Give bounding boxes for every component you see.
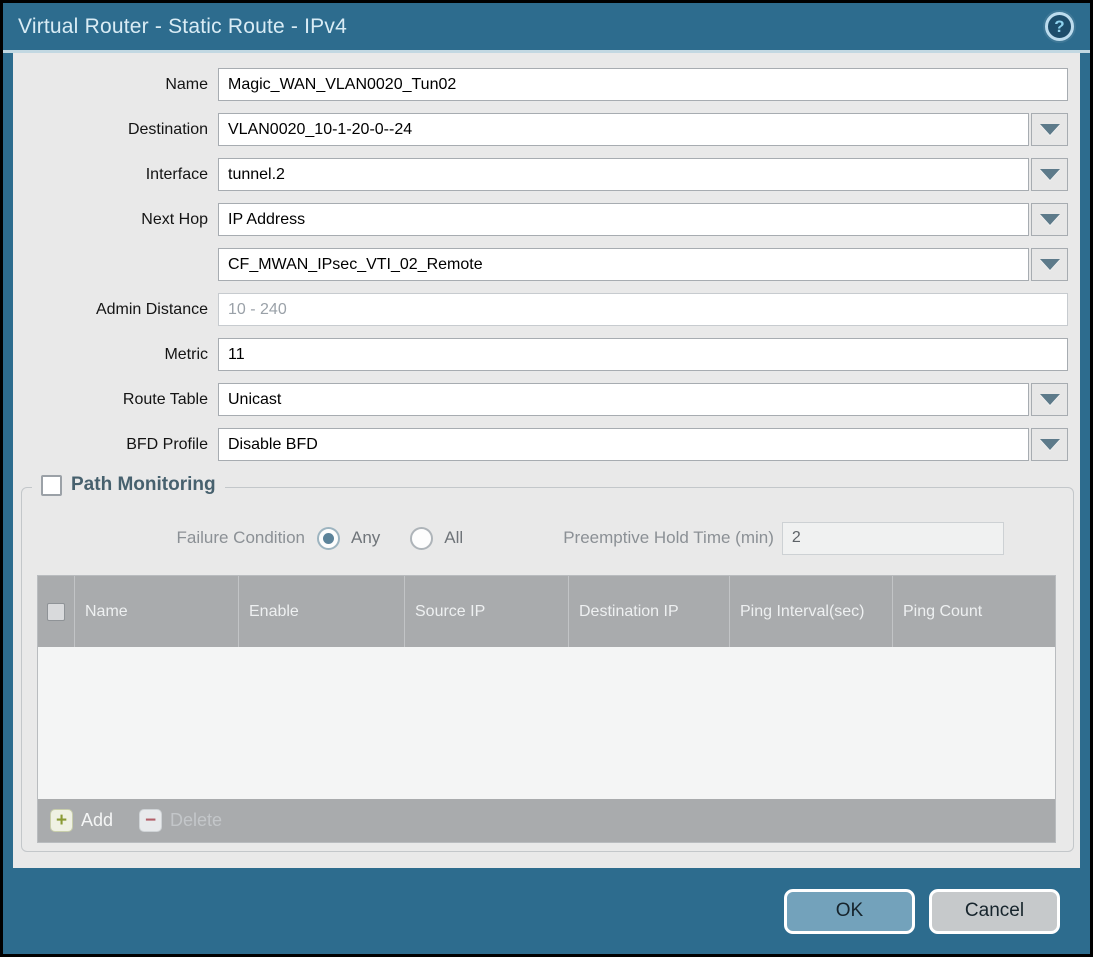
destination-dropdown-button[interactable]: [1031, 113, 1068, 146]
select-all-checkbox[interactable]: [47, 603, 65, 621]
dialog-content: Name Destination Interface Next Hop Admi…: [13, 53, 1080, 868]
path-monitoring-legend: Path Monitoring: [32, 474, 225, 496]
failure-condition-any-radio[interactable]: [317, 527, 340, 550]
delete-button-label: Delete: [170, 810, 222, 831]
radio-dot: [416, 533, 427, 544]
chevron-down-icon: [1040, 259, 1060, 270]
metric-input[interactable]: [218, 338, 1068, 371]
radio-dot: [323, 533, 334, 544]
next-hop-type-input[interactable]: [218, 203, 1029, 236]
form-row-route-table: Route Table: [13, 383, 1068, 416]
table-header-destination-ip[interactable]: Destination IP: [569, 576, 730, 647]
chevron-down-icon: [1040, 214, 1060, 225]
failure-condition-any-label: Any: [351, 528, 380, 548]
form-row-bfd-profile: BFD Profile: [13, 428, 1068, 461]
preemptive-hold-time-input[interactable]: [782, 522, 1004, 555]
chevron-down-icon: [1040, 394, 1060, 405]
dialog-footer: OK Cancel: [3, 868, 1090, 954]
table-footer-bar: + Add − Delete: [38, 799, 1055, 842]
name-label: Name: [13, 76, 218, 94]
interface-label: Interface: [13, 166, 218, 184]
chevron-down-icon: [1040, 124, 1060, 135]
next-hop-type-dropdown-button[interactable]: [1031, 203, 1068, 236]
add-button-label: Add: [81, 810, 113, 831]
table-header-checkbox-cell: [38, 576, 75, 647]
plus-icon: +: [50, 809, 73, 832]
path-monitoring-title: Path Monitoring: [71, 474, 216, 496]
dialog-title: Virtual Router - Static Route - IPv4: [18, 15, 347, 39]
ok-button[interactable]: OK: [784, 889, 915, 934]
static-route-dialog: Virtual Router - Static Route - IPv4 ? N…: [3, 3, 1090, 954]
bfd-profile-dropdown-button[interactable]: [1031, 428, 1068, 461]
form-row-metric: Metric: [13, 338, 1068, 371]
preemptive-hold-time-label: Preemptive Hold Time (min): [563, 528, 774, 548]
delete-button[interactable]: − Delete: [139, 809, 222, 832]
destination-label: Destination: [13, 121, 218, 139]
interface-input[interactable]: [218, 158, 1029, 191]
next-hop-address-dropdown-button[interactable]: [1031, 248, 1068, 281]
dialog-titlebar: Virtual Router - Static Route - IPv4 ?: [3, 3, 1090, 53]
table-header-enable[interactable]: Enable: [239, 576, 405, 647]
admin-distance-label: Admin Distance: [13, 301, 218, 319]
table-body-empty: [38, 647, 1055, 799]
failure-condition-all-label: All: [444, 528, 463, 548]
path-monitoring-table: Name Enable Source IP Destination IP Pin…: [37, 575, 1056, 843]
bfd-profile-label: BFD Profile: [13, 436, 218, 454]
interface-dropdown-button[interactable]: [1031, 158, 1068, 191]
failure-condition-label: Failure Condition: [22, 528, 317, 548]
failure-condition-all-radio[interactable]: [410, 527, 433, 550]
form-row-name: Name: [13, 68, 1068, 101]
table-header-source-ip[interactable]: Source IP: [405, 576, 569, 647]
form-row-interface: Interface: [13, 158, 1068, 191]
table-header-name[interactable]: Name: [75, 576, 239, 647]
form-row-admin-distance: Admin Distance: [13, 293, 1068, 326]
form-row-destination: Destination: [13, 113, 1068, 146]
chevron-down-icon: [1040, 169, 1060, 180]
form-row-next-hop-address: [13, 248, 1068, 281]
path-monitoring-checkbox[interactable]: [41, 475, 62, 496]
table-header-ping-interval[interactable]: Ping Interval(sec): [730, 576, 893, 647]
table-header-row: Name Enable Source IP Destination IP Pin…: [38, 576, 1055, 647]
minus-icon: −: [139, 809, 162, 832]
bfd-profile-input[interactable]: [218, 428, 1029, 461]
route-table-input[interactable]: [218, 383, 1029, 416]
help-icon[interactable]: ?: [1045, 12, 1074, 41]
route-table-label: Route Table: [13, 391, 218, 409]
form-row-next-hop: Next Hop: [13, 203, 1068, 236]
failure-condition-row: Failure Condition Any All Preemptive Hol…: [22, 521, 1073, 555]
next-hop-label: Next Hop: [13, 211, 218, 229]
destination-input[interactable]: [218, 113, 1029, 146]
metric-label: Metric: [13, 346, 218, 364]
add-button[interactable]: + Add: [50, 809, 113, 832]
next-hop-address-input[interactable]: [218, 248, 1029, 281]
name-input[interactable]: [218, 68, 1068, 101]
route-table-dropdown-button[interactable]: [1031, 383, 1068, 416]
cancel-button[interactable]: Cancel: [929, 889, 1060, 934]
table-header-ping-count[interactable]: Ping Count: [893, 576, 1055, 647]
path-monitoring-section: Path Monitoring Failure Condition Any Al…: [21, 487, 1074, 852]
admin-distance-input[interactable]: [218, 293, 1068, 326]
chevron-down-icon: [1040, 439, 1060, 450]
